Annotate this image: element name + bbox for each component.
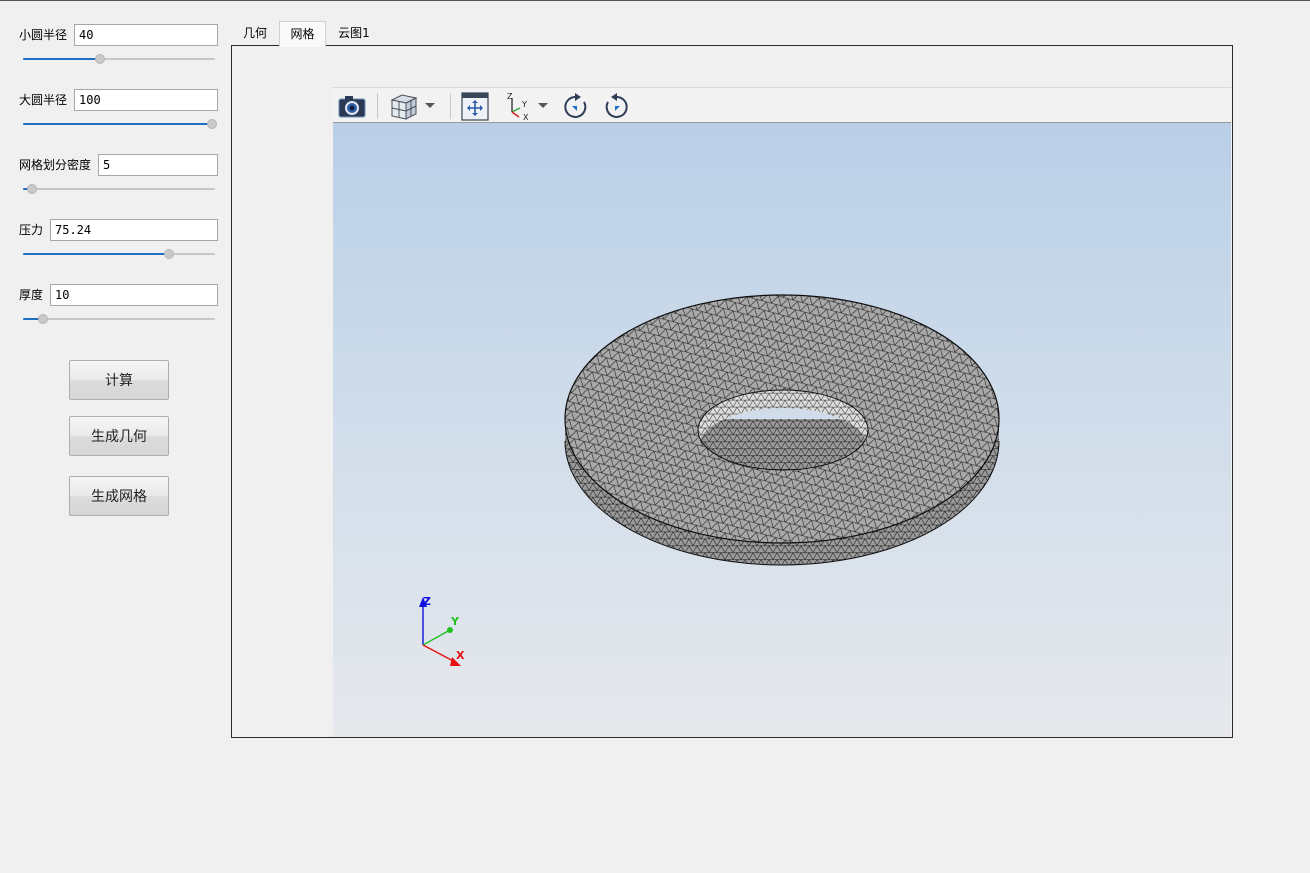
mesh-density-input[interactable] — [98, 154, 218, 176]
pressure-slider[interactable] — [23, 247, 215, 261]
generate-geometry-button[interactable]: 生成几何 — [69, 416, 169, 456]
annulus-mesh — [564, 294, 1000, 566]
viewer-toolbar: Z Y X — [333, 87, 1231, 123]
large-radius-slider[interactable] — [23, 117, 217, 131]
tab-contour-1[interactable]: 云图1 — [330, 21, 378, 46]
dropdown-arrow-icon[interactable] — [424, 90, 436, 122]
mesh-density-label: 网格划分密度 — [19, 158, 92, 172]
orientation-triad: Z Y X — [419, 595, 465, 666]
slider-handle[interactable] — [26, 184, 37, 194]
slider-handle[interactable] — [37, 314, 48, 324]
small-radius-slider[interactable] — [23, 52, 215, 66]
3d-viewer[interactable]: Z Y X Z Y X — [333, 87, 1231, 737]
pressure-label: 压力 — [19, 223, 44, 237]
view-cube-icon[interactable] — [388, 90, 418, 122]
compute-button[interactable]: 计算 — [69, 360, 169, 400]
rotate-cw-icon[interactable] — [561, 90, 591, 122]
slider-handle[interactable] — [164, 249, 175, 259]
rotate-ccw-icon[interactable] — [601, 90, 631, 122]
generate-mesh-button[interactable]: 生成网格 — [69, 476, 169, 516]
axis-y-label: Y — [450, 615, 460, 628]
fit-view-icon[interactable] — [460, 90, 490, 122]
large-radius-input[interactable] — [74, 89, 218, 111]
axis-y-glyph: Y — [521, 100, 527, 109]
axis-z-label: Z — [423, 595, 431, 608]
pressure-input[interactable] — [50, 219, 218, 241]
thickness-input[interactable] — [50, 284, 218, 306]
axis-z-glyph: Z — [507, 92, 513, 101]
dropdown-arrow-icon[interactable] — [537, 90, 549, 122]
large-radius-label: 大圆半径 — [19, 93, 68, 107]
slider-handle[interactable] — [95, 54, 106, 64]
tab-geometry[interactable]: 几何 — [233, 21, 277, 46]
camera-icon[interactable] — [337, 90, 367, 122]
tab-mesh[interactable]: 网格 — [279, 21, 326, 47]
axis-x-label: X — [456, 649, 465, 662]
viewport-scene[interactable]: Z Y X — [333, 123, 1231, 737]
thickness-label: 厚度 — [19, 288, 44, 302]
small-radius-input[interactable] — [74, 24, 218, 46]
axes-icon[interactable]: Z Y X — [504, 90, 534, 122]
axis-x-glyph: X — [523, 113, 529, 122]
mesh-density-slider[interactable] — [23, 182, 215, 196]
slider-handle[interactable] — [207, 119, 217, 129]
mesh-view: Z Y X — [419, 294, 1000, 666]
small-radius-label: 小圆半径 — [19, 28, 68, 42]
window-top-border — [0, 0, 1310, 1]
thickness-slider[interactable] — [23, 312, 215, 326]
